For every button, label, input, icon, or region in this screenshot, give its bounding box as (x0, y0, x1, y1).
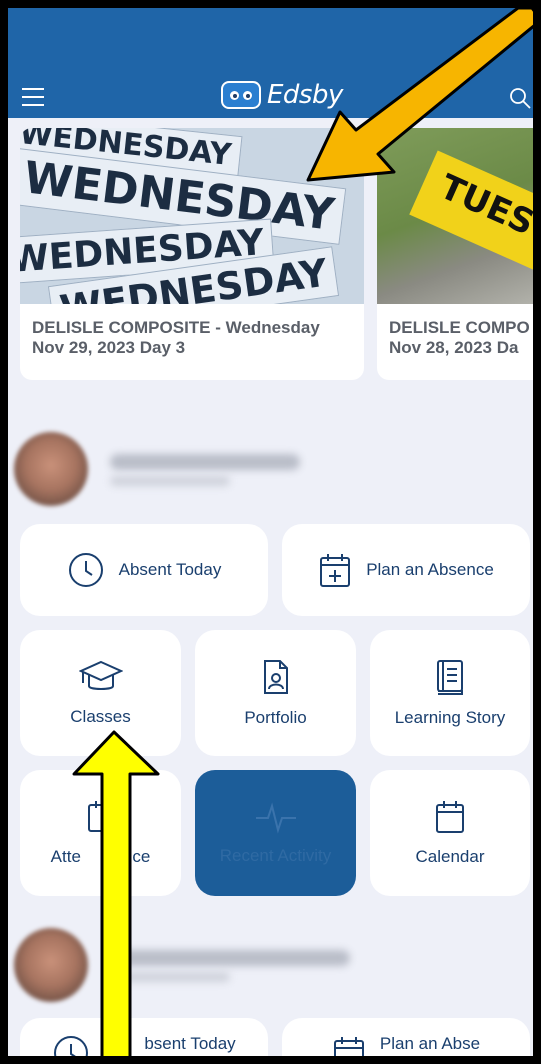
absent-today-button[interactable]: Absent Today (20, 524, 268, 616)
student-profile[interactable] (14, 432, 314, 512)
book-icon (437, 660, 463, 695)
portfolio-icon (263, 660, 288, 694)
calendar-label: Calendar (415, 847, 485, 866)
activity-pulse-icon (255, 802, 296, 834)
recent-activity-label: Recent Activity (219, 846, 332, 865)
recent-activity-button[interactable]: Recent Activity (195, 770, 356, 896)
avatar (14, 432, 88, 506)
plan-absence-label: Plan an Absence (366, 560, 494, 579)
plan-absence-button-2[interactable]: Plan an Abse (282, 1018, 530, 1064)
classes-label: Classes (70, 707, 131, 726)
calendar-icon (436, 801, 464, 833)
portfolio-label: Portfolio (244, 708, 307, 727)
plan-absence-button[interactable]: Plan an Absence (282, 524, 530, 616)
news-date: Nov 28, 2023 Da (389, 338, 519, 357)
plan-absence-label: Plan an Abse (379, 1034, 481, 1053)
student-name-blurred (110, 454, 300, 470)
news-date: Nov 29, 2023 Day 3 (32, 338, 186, 357)
graduation-cap-icon (78, 660, 123, 690)
learning-story-button[interactable]: Learning Story (370, 630, 530, 756)
news-title: DELISLE COMPO (389, 318, 530, 337)
calendar-plus-icon (320, 554, 351, 587)
clock-icon (68, 553, 103, 587)
logo-eyes-icon (221, 81, 261, 109)
calendar-plus-icon (333, 1037, 364, 1064)
scrollbar[interactable] (536, 360, 539, 600)
news-text-tuesday: DELISLE COMPO Nov 28, 2023 Da (377, 304, 541, 372)
hamburger-menu-icon[interactable] (22, 88, 44, 106)
learning-story-label: Learning Story (394, 708, 506, 727)
calendar-button[interactable]: Calendar (370, 770, 530, 896)
orange-arrow-annotation (306, 8, 541, 182)
student-subtext-blurred (110, 476, 230, 486)
portfolio-button[interactable]: Portfolio (195, 630, 356, 756)
news-text-wednesday: DELISLE COMPOSITE - Wednesday Nov 29, 20… (20, 304, 364, 372)
yellow-arrow-annotation (72, 730, 160, 1064)
student-profile-2[interactable] (14, 928, 350, 1008)
news-title: DELISLE COMPOSITE - Wednesday (32, 318, 320, 337)
absent-today-label: Absent Today (118, 560, 222, 579)
